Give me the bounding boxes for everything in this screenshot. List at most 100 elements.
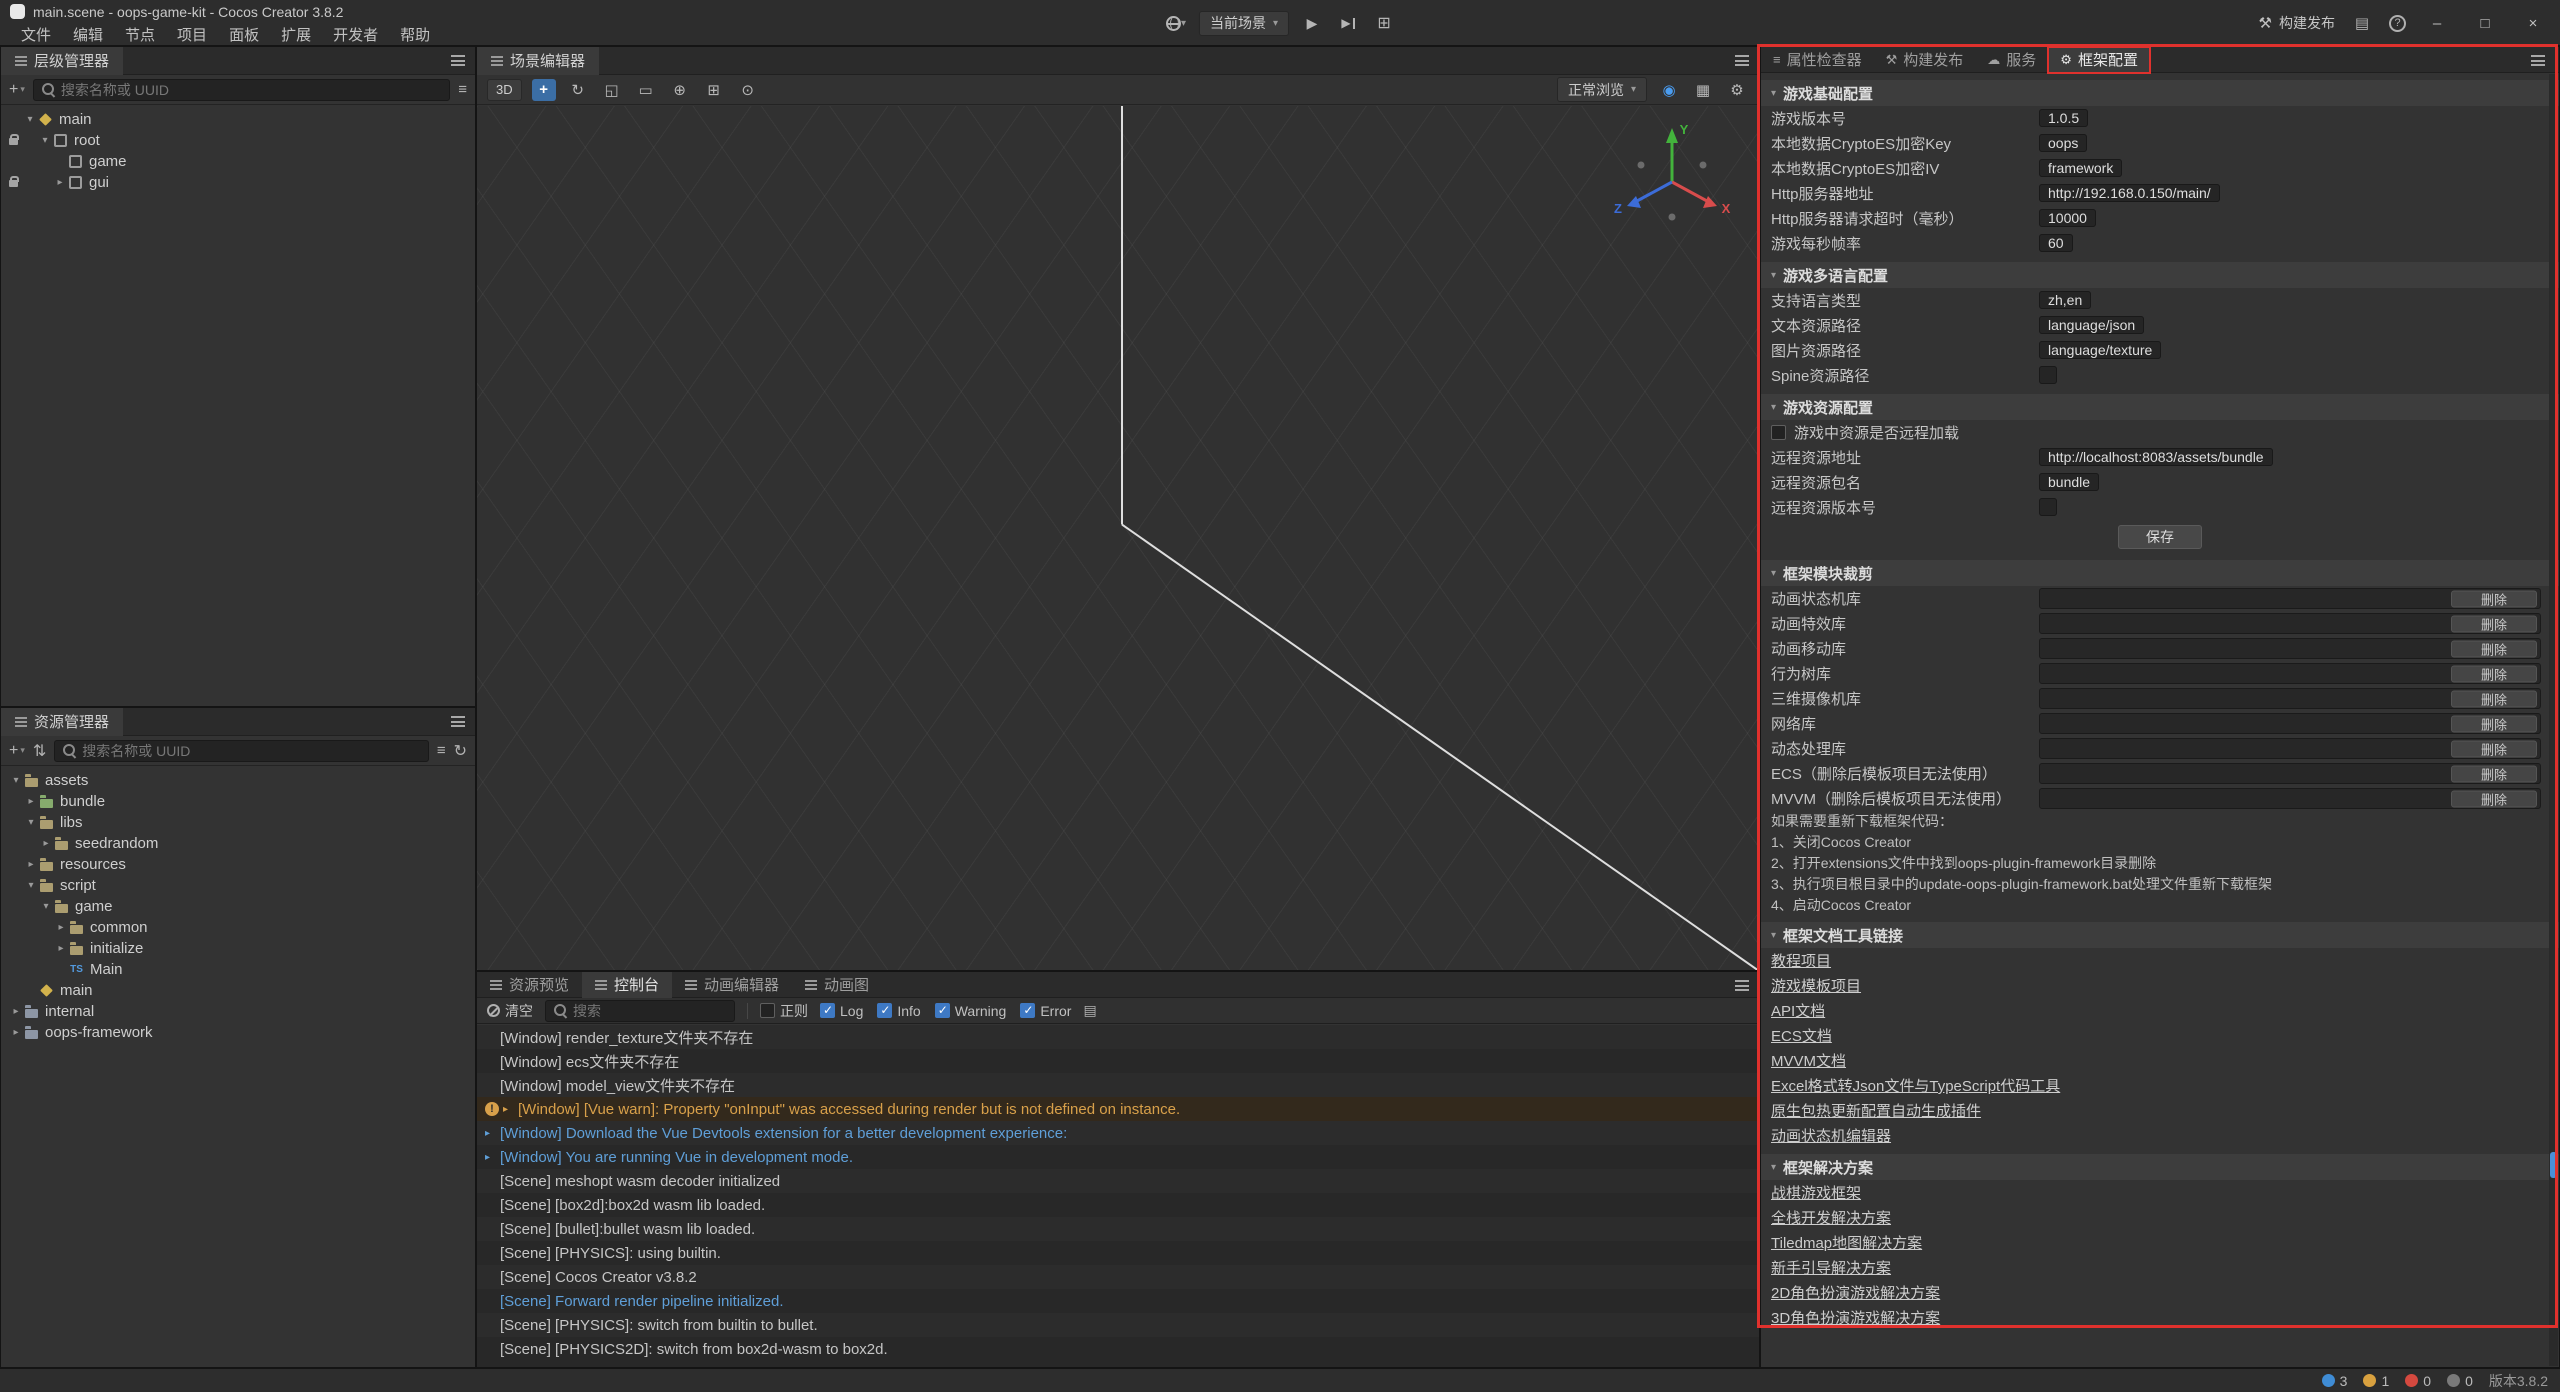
tree-expand-icon[interactable]: [24, 796, 38, 807]
mode-3d-toggle[interactable]: 3D: [487, 79, 522, 101]
expand-chevron-icon[interactable]: [485, 1128, 500, 1139]
tree-expand-icon[interactable]: [9, 1006, 23, 1017]
asset-row[interactable]: main: [1, 980, 475, 1001]
step-frame-button[interactable]: [1335, 11, 1361, 36]
tree-expand-icon[interactable]: [39, 901, 53, 912]
field-input[interactable]: 60: [2039, 234, 2073, 252]
snap-toggle-icon[interactable]: ⊞: [702, 79, 726, 101]
add-node-button[interactable]: +: [9, 81, 25, 99]
gizmo-space-icon[interactable]: ⊙: [736, 79, 760, 101]
section-module-trim[interactable]: 框架模块裁剪: [1761, 560, 2559, 586]
hierarchy-node-row[interactable]: gui: [1, 172, 475, 193]
hierarchy-search-input[interactable]: 搜索名称或 UUID: [33, 79, 450, 101]
panel-menu-icon[interactable]: [451, 55, 465, 66]
doc-link[interactable]: 游戏模板项目: [1761, 973, 2559, 998]
log-row[interactable]: [Scene] Forward render pipeline initiali…: [477, 1289, 1759, 1313]
log-row[interactable]: [Scene] meshopt wasm decoder initialized: [477, 1169, 1759, 1193]
delete-module-button[interactable]: 删除: [2451, 715, 2537, 732]
log-row[interactable]: [Scene] [bullet]:bullet wasm lib loaded.: [477, 1217, 1759, 1241]
field-input[interactable]: language/texture: [2039, 341, 2161, 359]
clear-console-button[interactable]: 清空: [487, 1001, 533, 1021]
asset-row[interactable]: internal: [1, 1001, 475, 1022]
menu-item[interactable]: 节点: [114, 24, 166, 45]
filter-checkbox[interactable]: [1020, 1003, 1035, 1018]
menu-item[interactable]: 扩展: [270, 24, 322, 45]
view-mode-dropdown[interactable]: 正常浏览 ▾: [1557, 77, 1647, 102]
section-language-config[interactable]: 游戏多语言配置: [1761, 262, 2559, 288]
log-row[interactable]: [Window] Download the Vue Devtools exten…: [477, 1121, 1759, 1145]
filter-checkbox[interactable]: [935, 1003, 950, 1018]
log-filter-toggle[interactable]: Warning: [935, 1003, 1007, 1019]
preview-platform-button[interactable]: ▾: [1163, 11, 1189, 36]
scene-select-dropdown[interactable]: 当前场景 ▾: [1199, 11, 1289, 36]
inspector-tab[interactable]: 服务: [1975, 47, 2048, 73]
orientation-gizmo[interactable]: Y X Z: [1607, 114, 1737, 244]
field-input[interactable]: bundle: [2039, 473, 2099, 491]
inspector-tab[interactable]: 属性检查器: [1761, 47, 1874, 73]
field-input[interactable]: http://localhost:8083/assets/bundle: [2039, 448, 2273, 466]
console-tab[interactable]: 资源预览: [477, 972, 582, 998]
solution-link[interactable]: Tiledmap地图解决方案: [1761, 1230, 2559, 1255]
gizmo-neg-z-handle[interactable]: [1700, 162, 1707, 169]
solution-link[interactable]: 2D角色扮演游戏解决方案: [1761, 1280, 2559, 1305]
refresh-icon[interactable]: ↻: [454, 741, 467, 761]
log-filter-toggle[interactable]: Error: [1020, 1003, 1071, 1019]
asset-row[interactable]: initialize: [1, 938, 475, 959]
doc-link[interactable]: 原生包热更新配置自动生成插件: [1761, 1098, 2559, 1123]
message-counter[interactable]: 1: [2363, 1373, 2389, 1389]
gizmo-x-cone[interactable]: [1703, 196, 1717, 208]
field-input[interactable]: framework: [2039, 159, 2122, 177]
log-row[interactable]: [Window] model_view文件夹不存在: [477, 1073, 1759, 1097]
menu-item[interactable]: 编辑: [62, 24, 114, 45]
log-filter-toggle[interactable]: Log: [820, 1003, 863, 1019]
asset-row[interactable]: libs: [1, 812, 475, 833]
regex-toggle[interactable]: 正则: [760, 1001, 808, 1021]
hierarchy-node-row[interactable]: root: [1, 130, 475, 151]
close-button[interactable]: ×: [2516, 15, 2550, 32]
tree-expand-icon[interactable]: [9, 775, 23, 786]
layout-grid-button[interactable]: [1371, 11, 1397, 36]
message-counter[interactable]: 0: [2405, 1373, 2431, 1389]
log-row[interactable]: [Scene] [PHYSICS]: using builtin.: [477, 1241, 1759, 1265]
field-input[interactable]: [2039, 498, 2057, 516]
hierarchy-tab[interactable]: 层级管理器: [1, 47, 123, 75]
save-button[interactable]: 保存: [2118, 525, 2202, 549]
gizmo-neg-x-handle[interactable]: [1638, 162, 1645, 169]
scale-tool-icon[interactable]: ◱: [600, 79, 624, 101]
delete-module-button[interactable]: 删除: [2451, 615, 2537, 632]
section-resource-config[interactable]: 游戏资源配置: [1761, 394, 2559, 420]
regex-checkbox[interactable]: [760, 1003, 775, 1018]
delete-module-button[interactable]: 删除: [2451, 640, 2537, 657]
section-solutions[interactable]: 框架解决方案: [1761, 1154, 2559, 1180]
log-row[interactable]: [Scene] [box2d]:box2d wasm lib loaded.: [477, 1193, 1759, 1217]
log-panel-button[interactable]: [2349, 11, 2375, 36]
menu-item[interactable]: 面板: [218, 24, 270, 45]
build-publish-button[interactable]: 构建发布: [2259, 13, 2335, 33]
expand-chevron-icon[interactable]: [503, 1104, 518, 1115]
grid-view-icon[interactable]: ▦: [1691, 79, 1715, 101]
console-tab[interactable]: 动画图: [792, 972, 882, 998]
tree-expand-icon[interactable]: [54, 943, 68, 954]
expand-chevron-icon[interactable]: [485, 1152, 500, 1163]
doc-link[interactable]: 动画状态机编辑器: [1761, 1123, 2559, 1148]
solution-link[interactable]: 3D角色扮演游戏解决方案: [1761, 1305, 2559, 1330]
doc-link[interactable]: MVVM文档: [1761, 1048, 2559, 1073]
remote-load-checkbox[interactable]: [1771, 425, 1786, 440]
panel-menu-icon[interactable]: [1735, 55, 1749, 66]
delete-module-button[interactable]: 删除: [2451, 765, 2537, 782]
doc-link[interactable]: 教程项目: [1761, 948, 2559, 973]
asset-row[interactable]: game: [1, 896, 475, 917]
gizmo-z-cone[interactable]: [1627, 196, 1641, 208]
maximize-button[interactable]: □: [2468, 15, 2502, 32]
asset-row[interactable]: Main: [1, 959, 475, 980]
solution-link[interactable]: 新手引导解决方案: [1761, 1255, 2559, 1280]
tree-expand-icon[interactable]: [24, 880, 38, 891]
panel-menu-icon[interactable]: [2531, 55, 2545, 66]
menu-item[interactable]: 帮助: [389, 24, 441, 45]
section-doc-links[interactable]: 框架文档工具链接: [1761, 922, 2559, 948]
tree-expand-icon[interactable]: [38, 135, 52, 146]
rect-tool-icon[interactable]: ▭: [634, 79, 658, 101]
inspector-tab[interactable]: 框架配置: [2048, 47, 2150, 73]
minimize-button[interactable]: –: [2420, 15, 2454, 32]
delete-module-button[interactable]: 删除: [2451, 590, 2537, 607]
